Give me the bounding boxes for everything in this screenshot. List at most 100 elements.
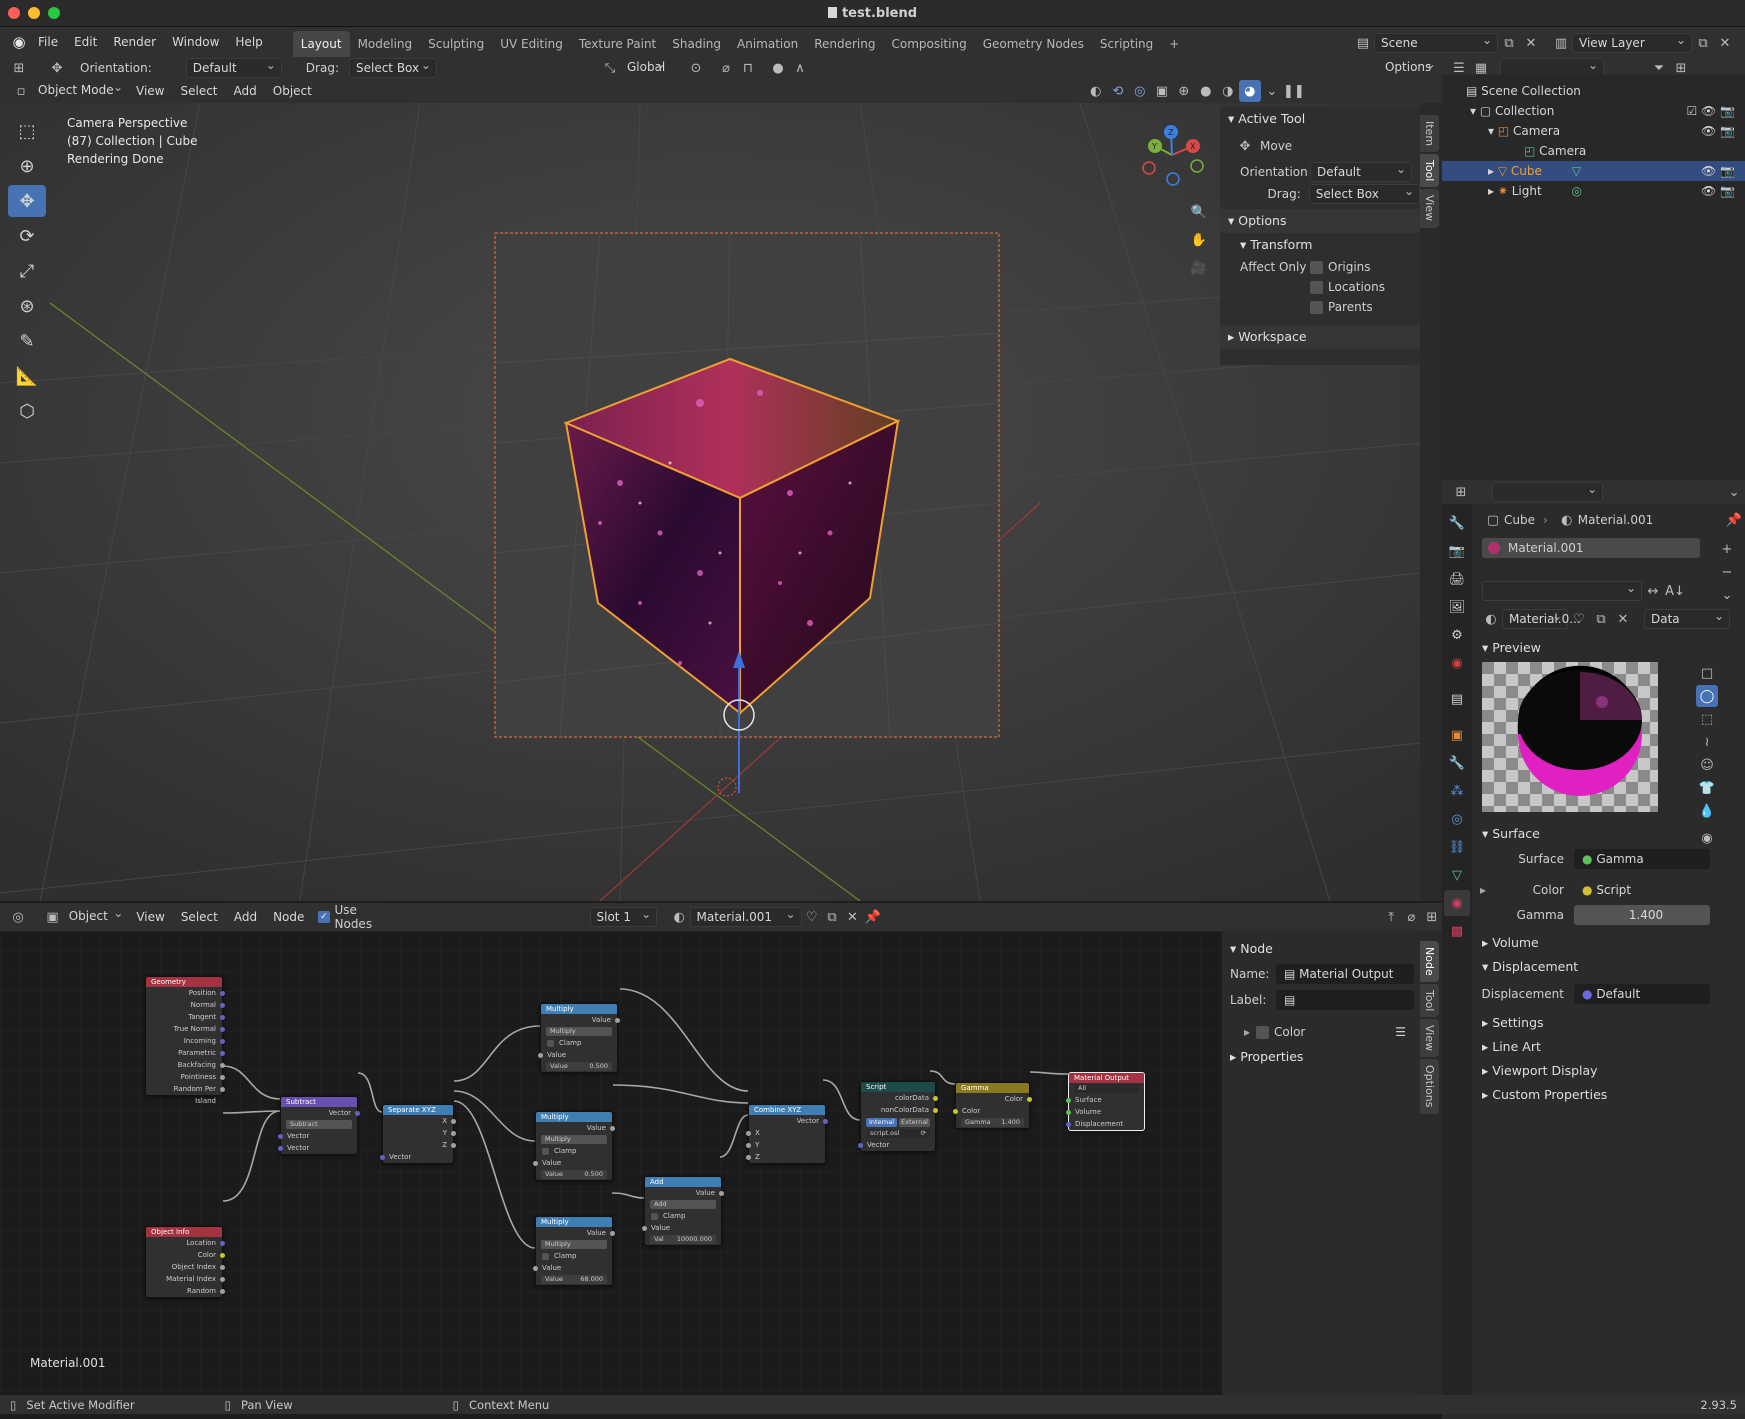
tab-layout[interactable]: Layout — [292, 31, 350, 57]
properties-search[interactable] — [1491, 480, 1604, 502]
sort-alpha-icon[interactable]: A↓ — [1664, 580, 1686, 602]
snap-node-icon[interactable]: ⌀ — [1401, 906, 1421, 928]
active-tool-section[interactable]: ▾ Active Tool — [1220, 107, 1420, 131]
preview-hair-icon[interactable]: ≀ — [1696, 731, 1718, 753]
node-color-checkbox[interactable] — [1256, 1025, 1270, 1039]
sort-icon[interactable]: ↔ — [1642, 580, 1664, 602]
parent-node-tree-icon[interactable]: ⤒ — [1381, 906, 1401, 928]
node-duplicate-icon[interactable]: ⧉ — [822, 906, 842, 928]
node-value-field[interactable]: Value 68.000 — [541, 1275, 607, 1284]
slot-menu-icon[interactable]: ⌄ — [1716, 584, 1738, 606]
expand-color-icon[interactable]: ▸ — [1474, 883, 1492, 897]
properties-editor-icon[interactable]: ⊞ — [1450, 481, 1472, 503]
viewport-menu-view[interactable]: View — [128, 79, 172, 103]
node-operation-dropdown[interactable]: Add — [650, 1200, 716, 1209]
scene-icon[interactable]: ▤ — [1352, 32, 1374, 54]
outliner-collection[interactable]: ▾ ▢ Collection ☑ 👁 📷 — [1442, 101, 1745, 121]
scale-tool-icon[interactable]: ⤢ — [8, 255, 46, 287]
script-external-button[interactable]: External — [899, 1118, 930, 1127]
transform-tool-icon[interactable]: ⊛ — [8, 290, 46, 322]
reload-script-icon[interactable]: ⟳ — [921, 1129, 926, 1138]
node-operation-dropdown[interactable]: Multiply — [541, 1240, 607, 1249]
node-tab-node[interactable]: Node — [1420, 941, 1439, 982]
shader-type-dropdown[interactable]: Object — [62, 904, 129, 927]
drag-dropdown[interactable]: Select Box — [348, 56, 437, 78]
add-cube-tool-icon[interactable]: ⬡ — [8, 395, 46, 427]
script-node[interactable]: Script colorData nonColorData Internal E… — [858, 1081, 938, 1152]
npanel-drag-dropdown[interactable]: Select Box — [1308, 182, 1420, 204]
outliner-scene-collection[interactable]: ▤ Scene Collection — [1442, 81, 1745, 101]
camera-visibility-icons[interactable]: 👁 📷 — [1701, 121, 1735, 141]
shading-options-icon[interactable]: ⌄ — [1261, 80, 1283, 102]
separate-xyz-node[interactable]: Separate XYZ X Y Z Vector — [380, 1104, 456, 1164]
node-label-field[interactable]: ▤ — [1276, 990, 1414, 1010]
volume-section[interactable]: ▸ Volume — [1474, 931, 1745, 955]
outliner-cube[interactable]: ▸ ▽ Cube ▽ 👁 📷 — [1442, 161, 1745, 181]
origins-checkbox[interactable] — [1310, 260, 1323, 274]
slot-dropdown[interactable]: Slot 1 — [589, 905, 658, 927]
navigation-gizmo[interactable]: X Y Z — [1135, 118, 1210, 193]
unlink-material-icon[interactable]: ✕ — [1612, 608, 1634, 630]
node-value-field[interactable]: Gamma 1.400 — [961, 1118, 1024, 1127]
3d-viewport[interactable]: ⬚ ⊕ ✥ ⟳ ⤢ ⊛ ✎ 📐 ⬡ Camera Perspective (87… — [0, 103, 1420, 901]
material-slot-item[interactable]: Material.001 — [1482, 538, 1700, 558]
xray-icon[interactable]: ▣ — [1151, 80, 1173, 102]
options-section[interactable]: ▾ Options — [1220, 209, 1420, 233]
collection-visibility-icons[interactable]: ☑ 👁 📷 — [1686, 101, 1735, 121]
tab-tool[interactable]: Tool — [1420, 154, 1439, 188]
properties-options-icon[interactable]: ⌄ — [1723, 481, 1745, 503]
tab-compositing[interactable]: Compositing — [883, 31, 974, 57]
add-workspace-icon[interactable]: + — [1161, 31, 1187, 57]
active-tool-move[interactable]: ✥ Move — [1220, 131, 1420, 161]
expand-node-color-icon[interactable]: ▸ — [1244, 1025, 1250, 1039]
use-nodes-checkbox[interactable]: ✓ — [318, 911, 330, 923]
pin-icon[interactable]: 📌 — [1723, 509, 1745, 531]
node-color-presets-icon[interactable]: ☰ — [1395, 1025, 1406, 1039]
transform-subsection[interactable]: ▾ Transform — [1220, 233, 1420, 257]
falloff-icon[interactable]: ∧ — [789, 57, 811, 79]
viewport-menu-select[interactable]: Select — [172, 79, 225, 103]
node-menu-select[interactable]: Select — [173, 902, 226, 932]
node-overlay-icon[interactable]: ⊞ — [1422, 906, 1442, 928]
displacement-field[interactable]: ● Default — [1574, 984, 1710, 1004]
remove-slot-icon[interactable]: − — [1716, 561, 1738, 583]
displacement-section[interactable]: ▾ Displacement — [1474, 955, 1745, 979]
node-editor-type-icon[interactable]: ◎ — [8, 906, 28, 928]
snap-icon[interactable]: ⌀ — [715, 57, 737, 79]
link-dropdown[interactable]: Data — [1644, 607, 1730, 629]
clamp-checkbox[interactable] — [542, 1147, 549, 1155]
locations-checkbox[interactable] — [1310, 280, 1323, 294]
rotate-tool-icon[interactable]: ⟳ — [8, 220, 46, 252]
tab-sculpting[interactable]: Sculpting — [420, 31, 492, 57]
line-art-section[interactable]: ▸ Line Art — [1474, 1035, 1745, 1059]
outliner-light[interactable]: ▸ ✷ Light ◎ 👁 📷 — [1442, 181, 1745, 201]
multiply-node-2[interactable]: Multiply Value Multiply Clamp Value Valu… — [533, 1111, 615, 1181]
node-operation-dropdown[interactable]: Multiply — [541, 1135, 607, 1144]
menu-edit[interactable]: Edit — [66, 27, 105, 57]
npanel-orientation-dropdown[interactable]: Default — [1310, 160, 1412, 182]
annotate-tool-icon[interactable]: ✎ — [8, 325, 46, 357]
workspace-section[interactable]: ▸ Workspace — [1220, 325, 1420, 349]
particles-tab-icon[interactable]: ⁂ — [1444, 778, 1470, 804]
preview-fluid-icon[interactable]: 💧 — [1696, 800, 1718, 822]
camera-view-icon[interactable]: 🎥 — [1188, 257, 1210, 279]
output-tab-icon[interactable]: 🖨 — [1444, 566, 1470, 592]
delete-scene-icon[interactable]: ✕ — [1520, 32, 1542, 54]
node-section[interactable]: ▾ Node — [1222, 937, 1420, 961]
tab-texture-paint[interactable]: Texture Paint — [571, 31, 664, 57]
tab-shading[interactable]: Shading — [664, 31, 729, 57]
render-tab-icon[interactable]: 📷 — [1444, 538, 1470, 564]
combine-xyz-node[interactable]: Combine XYZ Vector X Y Z — [746, 1104, 828, 1164]
tab-scripting[interactable]: Scripting — [1092, 31, 1161, 57]
settings-section[interactable]: ▸ Settings — [1474, 1011, 1745, 1035]
node-menu-view[interactable]: View — [128, 902, 172, 932]
zoom-icon[interactable]: 🔍 — [1188, 201, 1210, 223]
menu-render[interactable]: Render — [105, 27, 164, 57]
data-tab-icon[interactable]: ▽ — [1444, 862, 1470, 888]
physics-tab-icon[interactable]: ◎ — [1444, 806, 1470, 832]
texture-tab-icon[interactable]: ▩ — [1444, 918, 1470, 944]
preview-cube-icon[interactable]: ⬚ — [1696, 708, 1718, 730]
select-box-tool-icon[interactable]: ⬚ — [8, 115, 46, 147]
browse-material-icon[interactable]: ◐ — [669, 906, 689, 928]
node-unlink-icon[interactable]: ✕ — [842, 906, 862, 928]
